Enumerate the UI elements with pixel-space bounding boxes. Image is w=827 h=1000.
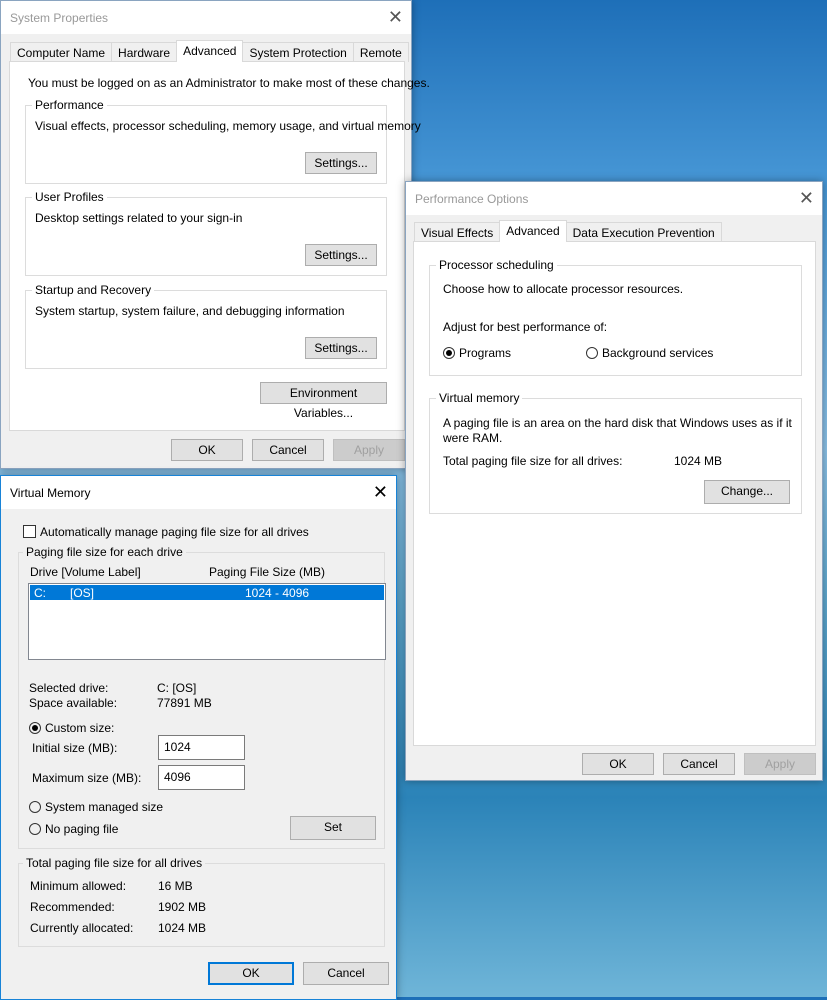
startup-recovery-group: Startup and Recovery System startup, sys…	[25, 283, 387, 369]
system-properties-window: System Properties ✕ Computer Name Hardwar…	[0, 0, 430, 469]
group-desc: Visual effects, processor scheduling, me…	[35, 119, 421, 133]
auto-manage-checkbox[interactable]: Automatically manage paging file size fo…	[23, 525, 309, 539]
selected-drive-value: C: [OS]	[157, 681, 197, 695]
group-label: Virtual memory	[436, 391, 523, 405]
totals-group: Total paging file size for all drives Mi…	[18, 856, 385, 947]
tab-visual-effects[interactable]: Visual Effects	[414, 222, 501, 242]
allocated-value: 1024 MB	[158, 921, 207, 935]
close-icon[interactable]: ✕	[799, 188, 814, 209]
tab-advanced[interactable]: Advanced	[499, 220, 567, 242]
system-managed-radio[interactable]: System managed size	[29, 800, 163, 814]
drive-list[interactable]: C: [OS] 1024 - 4096	[28, 583, 386, 660]
window-title: Performance Options	[415, 191, 529, 206]
space-label: Space available:	[29, 696, 118, 710]
user-profiles-settings-button[interactable]: Settings...	[305, 244, 377, 266]
tab-advanced[interactable]: Advanced	[176, 40, 244, 62]
close-icon[interactable]: ✕	[373, 482, 388, 503]
minimum-label: Minimum allowed:	[30, 879, 127, 893]
radio-label: No paging file	[45, 822, 119, 836]
paging-size: 1024 - 4096	[245, 586, 310, 600]
initial-size-label: Initial size (MB):	[32, 741, 118, 755]
user-profiles-group: User Profiles Desktop settings related t…	[25, 190, 387, 276]
group-desc: Desktop settings related to your sign-in	[35, 211, 243, 225]
radio-label: Custom size:	[45, 721, 115, 735]
drive-row[interactable]: C: [OS] 1024 - 4096	[30, 585, 384, 600]
ok-button[interactable]: OK	[171, 439, 243, 461]
group-label: User Profiles	[32, 190, 107, 204]
radio-label: Programs	[459, 346, 512, 360]
space-value: 77891 MB	[157, 696, 212, 710]
cancel-button[interactable]: Cancel	[303, 962, 389, 985]
radio-label: Background services	[602, 346, 714, 360]
drive-letter: C:	[34, 586, 46, 600]
group-label: Total paging file size for all drives	[23, 856, 206, 870]
admin-notice: You must be logged on as an Administrato…	[28, 76, 430, 90]
adjust-label: Adjust for best performance of:	[443, 320, 608, 334]
title-bar: System Properties ✕	[1, 1, 411, 34]
tab-remote[interactable]: Remote	[352, 42, 409, 62]
advanced-panel: Processor scheduling Choose how to alloc…	[413, 241, 816, 746]
performance-settings-button[interactable]: Settings...	[305, 152, 377, 174]
initial-size-input[interactable]: 1024	[158, 735, 245, 760]
window-title: Virtual Memory	[10, 485, 91, 500]
startup-settings-button[interactable]: Settings...	[305, 337, 377, 359]
virtual-memory-window: Virtual Memory ✕ Automatically manage pag…	[0, 475, 397, 1000]
ok-button[interactable]: OK	[208, 962, 294, 985]
close-icon[interactable]: ✕	[388, 7, 403, 28]
window-title: System Properties	[10, 10, 109, 25]
cancel-button[interactable]: Cancel	[252, 439, 324, 461]
processor-scheduling-group: Processor scheduling Choose how to alloc…	[429, 258, 802, 376]
apply-button[interactable]: Apply	[333, 439, 405, 461]
tab-data-execution-prevention[interactable]: Data Execution Prevention	[565, 222, 722, 242]
paging-file-group: Paging file size for each drive Drive [V…	[18, 545, 386, 849]
virtual-memory-group: Virtual memory A paging file is an area …	[429, 391, 802, 514]
group-desc: Choose how to allocate processor resourc…	[443, 282, 684, 296]
background-services-radio[interactable]: Background services	[586, 346, 713, 360]
no-paging-file-radio[interactable]: No paging file	[29, 822, 118, 836]
allocated-label: Currently allocated:	[30, 921, 134, 935]
selected-drive-label: Selected drive:	[29, 681, 109, 695]
group-label: Processor scheduling	[436, 258, 557, 272]
total-value: 1024 MB	[674, 454, 723, 468]
volume-label: [OS]	[70, 586, 95, 600]
group-desc: System startup, system failure, and debu…	[35, 304, 345, 318]
group-desc: A paging file is an area on the hard dis…	[443, 416, 792, 445]
group-label: Startup and Recovery	[32, 283, 155, 297]
radio-label: System managed size	[45, 800, 164, 814]
checkbox-label: Automatically manage paging file size fo…	[40, 525, 309, 539]
maximum-size-input[interactable]: 4096	[158, 765, 245, 790]
environment-variables-button[interactable]: Environment Variables...	[260, 382, 387, 420]
minimum-value: 16 MB	[158, 879, 193, 893]
performance-group: Performance Visual effects, processor sc…	[25, 98, 421, 184]
total-label: Total paging file size for all drives:	[443, 454, 623, 468]
custom-size-radio[interactable]: Custom size:	[29, 721, 114, 735]
programs-radio[interactable]: Programs	[443, 346, 511, 360]
tab-system-protection[interactable]: System Protection	[242, 42, 354, 62]
column-header-size: Paging File Size (MB)	[209, 565, 326, 579]
recommended-label: Recommended:	[30, 900, 115, 914]
tab-hardware[interactable]: Hardware	[111, 42, 178, 62]
column-header-drive: Drive [Volume Label]	[30, 565, 141, 579]
ok-button[interactable]: OK	[582, 753, 654, 775]
group-label: Performance	[32, 98, 107, 112]
maximum-size-label: Maximum size (MB):	[32, 771, 142, 785]
apply-button[interactable]: Apply	[744, 753, 816, 775]
cancel-button[interactable]: Cancel	[663, 753, 735, 775]
tab-computer-name[interactable]: Computer Name	[10, 42, 113, 62]
recommended-value: 1902 MB	[158, 900, 207, 914]
advanced-panel: You must be logged on as an Administrato…	[9, 61, 430, 431]
change-button[interactable]: Change...	[704, 480, 790, 504]
performance-options-window: Performance Options ✕ Visual Effects Adva…	[405, 181, 823, 781]
group-label: Paging file size for each drive	[23, 545, 186, 559]
set-button[interactable]: Set	[290, 816, 376, 840]
